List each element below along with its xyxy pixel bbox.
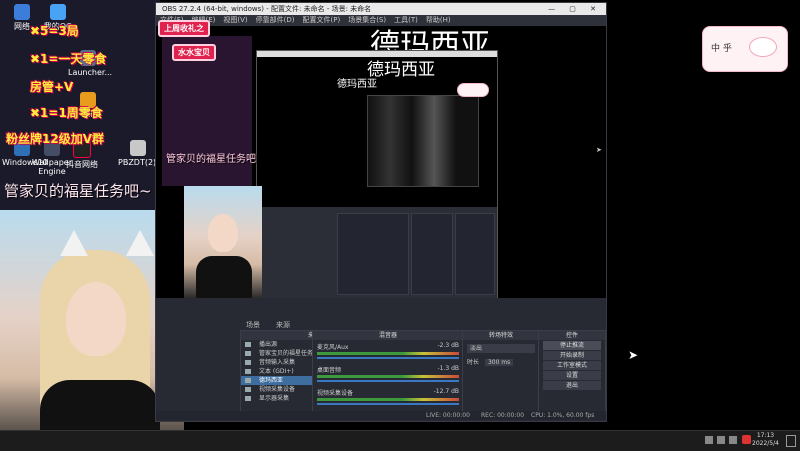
volume-slider[interactable] [317,357,459,359]
audio-meter [317,375,459,378]
mixer-channel: 视频采集设备 -12.7 dB [313,386,463,409]
live-status: LIVE: 00:00:00 [426,412,470,419]
overlay-line-5: 粉丝牌12级加V群 [6,132,104,146]
exit-button[interactable]: 退出 [543,381,601,390]
transition-dock: 转场特效 淡出 时长 300 ms [462,330,540,416]
overlay-line-4: ✖1=1周零食 [30,106,103,120]
start-recording-button[interactable]: 开始录制 [543,351,601,360]
obs-preview[interactable]: 德玛西亚 德玛西亚 德玛西亚 上周收礼之 水水宝贝 管家贝的福星任务吧 ➤ [156,20,606,307]
volume-tray-icon[interactable] [729,436,737,444]
nested-preview: 德玛西亚 德玛西亚 [257,57,497,207]
preview-caption: 管家贝的福星任务吧 [166,154,256,165]
notification-icon[interactable] [786,435,796,447]
menu-view[interactable]: 视图(V) [223,16,247,24]
source-type-icon [245,360,251,365]
tab-scenes[interactable]: 场景 [246,320,260,330]
stop-streaming-button[interactable]: 停止推流 [543,341,601,350]
nested-mixer [337,213,409,295]
pig-sticker: 中 乎 [702,26,788,72]
scene-bar: 场景 来源 [156,298,606,330]
studio-mode-button[interactable]: 工作室模式 [543,361,601,370]
mixer-header: 混音器 [313,331,463,340]
source-type-icon [245,396,251,401]
stream-banner-mid: 水水宝贝 [172,44,216,61]
source-type-icon [245,387,251,392]
nested-obs-window: 德玛西亚 德玛西亚 [256,50,498,307]
obs-title: OBS 27.2.4 (64-bit, windows) - 配置文件: 未命名… [162,5,372,13]
stream-banner-top: 上周收礼之 [158,20,210,37]
obs-status-bar: LIVE: 00:00:00 REC: 00:00:00 CPU: 1.0%, … [156,411,606,420]
desktop-caption: 管家贝的福星任务吧~ [4,182,152,200]
transition-header: 转场特效 [463,331,539,340]
source-type-icon [245,378,251,383]
nested-tunnel-effect [367,95,479,187]
nested-docks [257,207,497,305]
nested-preview-title-2: 德玛西亚 [337,79,377,90]
settings-button[interactable]: 设置 [543,371,601,380]
taskbar: 17:13 2022/5/4 [0,430,800,451]
preview-webcam [184,186,262,298]
mixer-channel: 桌面音频 -1.3 dB [313,363,463,386]
controls-dock: 控件 停止推流 开始录制 工作室模式 设置 退出 [538,330,606,416]
obs-title-bar: OBS 27.2.4 (64-bit, windows) - 配置文件: 未命名… [156,3,606,15]
audio-meter [317,352,459,355]
volume-slider[interactable] [317,380,459,382]
cpu-status: CPU: 1.0%, 60.00 fps [531,412,595,419]
transition-duration-input[interactable]: 300 ms [484,359,514,366]
cat-ear-right [126,230,154,256]
menu-profile[interactable]: 配置文件(P) [303,16,341,24]
app-tray-icon[interactable] [742,435,751,444]
network-icon [14,4,30,20]
mouse-cursor-icon: ➤ [628,348,639,362]
clock[interactable]: 17:13 2022/5/4 [752,432,779,448]
tray-icon[interactable] [705,436,713,444]
preview-webcam-outfit [196,256,252,298]
file-icon [130,140,146,156]
window-controls[interactable]: — ▢ ✕ [548,3,602,15]
qq-icon [50,4,66,20]
transition-select[interactable]: 淡出 [467,344,535,353]
overlay-line-1: ✖5=3局 [30,24,79,38]
cat-ear-left [60,230,88,256]
audio-meter [317,398,459,401]
menu-docks[interactable]: 停靠部件(D) [256,16,295,24]
source-type-icon [245,369,251,374]
network-tray-icon[interactable] [717,436,725,444]
overlay-line-3: 房管+V [30,80,74,94]
mixer-dock: 混音器 麦克风/Aux -2.3 dB 桌面音频 -1.3 dB 视频采集设备 -12… [312,330,464,416]
preview-cursor-icon: ➤ [596,146,602,154]
nested-sticker [457,83,489,97]
controls-header: 控件 [539,331,605,340]
nested-transition [411,213,453,295]
tab-sources[interactable]: 来源 [276,320,290,330]
source-type-icon [245,342,251,347]
volume-slider[interactable] [317,403,459,405]
rec-status: REC: 00:00:00 [481,412,525,419]
source-type-icon [245,351,251,356]
overlay-line-2: ✖1=一天零食 [30,52,107,66]
obs-window: OBS 27.2.4 (64-bit, windows) - 配置文件: 未命名… [155,2,607,422]
mixer-channel: 麦克风/Aux -2.3 dB [313,340,463,363]
sticker-text: 中 乎 [711,44,732,54]
pig-icon [749,37,777,57]
nested-controls [455,213,495,295]
preview-webcam-face [208,214,238,252]
transition-duration-row: 时长 300 ms [467,357,535,366]
webcam-face [66,282,126,356]
desktop-icon-pbzdt[interactable]: PBZDT(2)... [118,140,164,180]
nested-preview-title: 德玛西亚 [367,60,435,80]
